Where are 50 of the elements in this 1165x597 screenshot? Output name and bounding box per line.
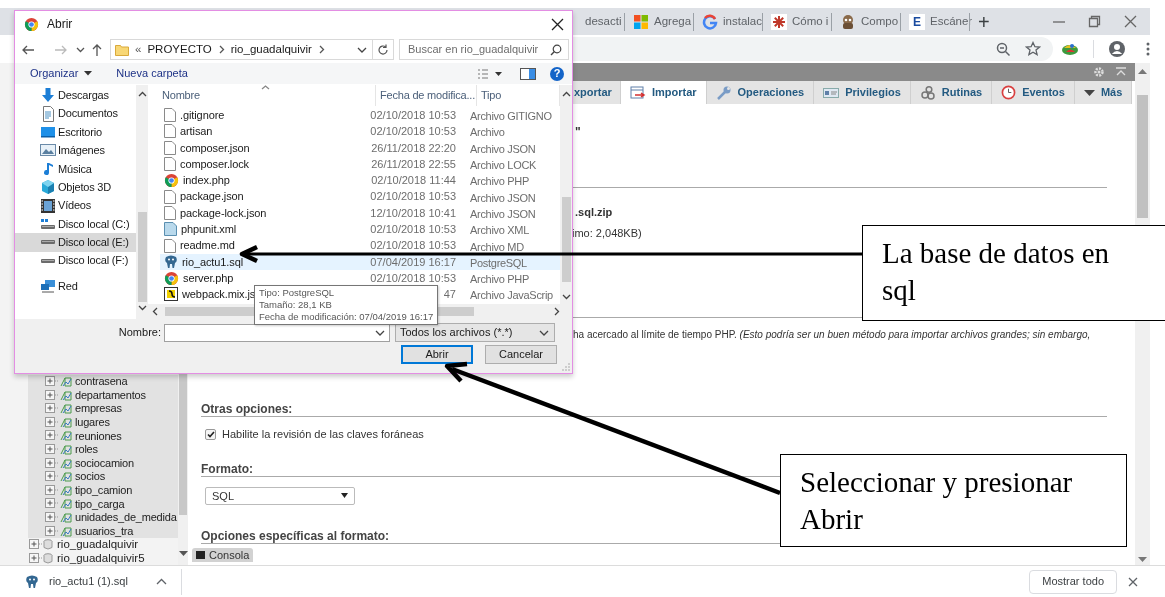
- file-type: Archivo PHP: [470, 273, 530, 286]
- file-type: Archivo JSON: [470, 191, 536, 204]
- file-name: composer.json: [180, 140, 250, 156]
- file-date: 26/11/2018 22:20: [371, 140, 456, 156]
- callout: Seleccionar y presionar Abrir: [780, 454, 1127, 547]
- file-type: Archivo PHP: [470, 175, 530, 188]
- file-date: 26/11/2018 22:55: [371, 156, 456, 172]
- text-fragment: ": [575, 126, 582, 139]
- callout: La base de datos en sql: [862, 225, 1165, 321]
- file-type: Archivo MD: [470, 240, 524, 253]
- section-heading: Otras opciones:: [201, 402, 1107, 417]
- file-type: Archivo JSON: [470, 142, 536, 155]
- file-date: 02/10/2018 10:53: [370, 107, 456, 123]
- timeout-note: ha acercado al límite de tiempo PHP. (Esto podría ser un buen método para importar archivos grandes; sin embargo,: [573, 329, 1091, 341]
- file-type: Archivo LOCK: [470, 159, 537, 172]
- file-type: Archivo JSON: [470, 207, 536, 220]
- file-date: 47: [443, 287, 456, 303]
- file-name: artisan: [180, 124, 213, 140]
- file-name: rio_actu1.sql: [182, 254, 244, 270]
- file-name: index.php: [183, 173, 230, 189]
- file-type: Archivo: [470, 126, 505, 139]
- file-type: Archivo JavaScrip: [470, 289, 553, 302]
- file-date: 02/10/2018 10:53: [370, 124, 456, 140]
- max-size-text: imo: 2,048KB): [572, 227, 643, 239]
- file-type: Archivo XML: [470, 224, 530, 237]
- file-date: 02/10/2018 11:44: [371, 173, 456, 189]
- file-date: 02/10/2018 10:53: [370, 238, 456, 254]
- checkbox-label: Habilite la revisión de las claves foráneas: [222, 426, 424, 442]
- file-type: Archivo GITIGNO: [470, 110, 552, 123]
- file-name: webpack.mix.js: [182, 287, 256, 303]
- file-type: PostgreSQL: [470, 256, 527, 269]
- field-label: Nombre:: [117, 325, 162, 341]
- tooltip-text: Fecha de modificación: 07/04/2019 16:17: [259, 311, 434, 323]
- file-name: package.json: [180, 189, 244, 205]
- file-name: phpunit.xml: [181, 222, 237, 237]
- file-date: 02/10/2018 10:53: [370, 222, 456, 237]
- file-date: 07/04/2019 16:17: [370, 254, 456, 270]
- file-name: server.php: [183, 270, 234, 286]
- tooltip-text: Tipo: PostgreSQL: [259, 287, 336, 299]
- file-name: readme.md: [180, 238, 235, 254]
- dialog-title: Abrir: [47, 16, 73, 33]
- file-extension-text: .sql.zip: [575, 206, 614, 219]
- tooltip-text: Tamaño: 28,1 KB: [259, 299, 333, 311]
- file-name: package-lock.json: [180, 205, 267, 221]
- file-name: composer.lock: [180, 156, 249, 172]
- file-name: .gitignore: [180, 107, 225, 123]
- file-date: 12/10/2018 10:41: [370, 205, 456, 221]
- file-date: 02/10/2018 10:53: [370, 270, 456, 286]
- tab-logo: E: [909, 13, 925, 30]
- file-date: 02/10/2018 10:53: [370, 189, 456, 205]
